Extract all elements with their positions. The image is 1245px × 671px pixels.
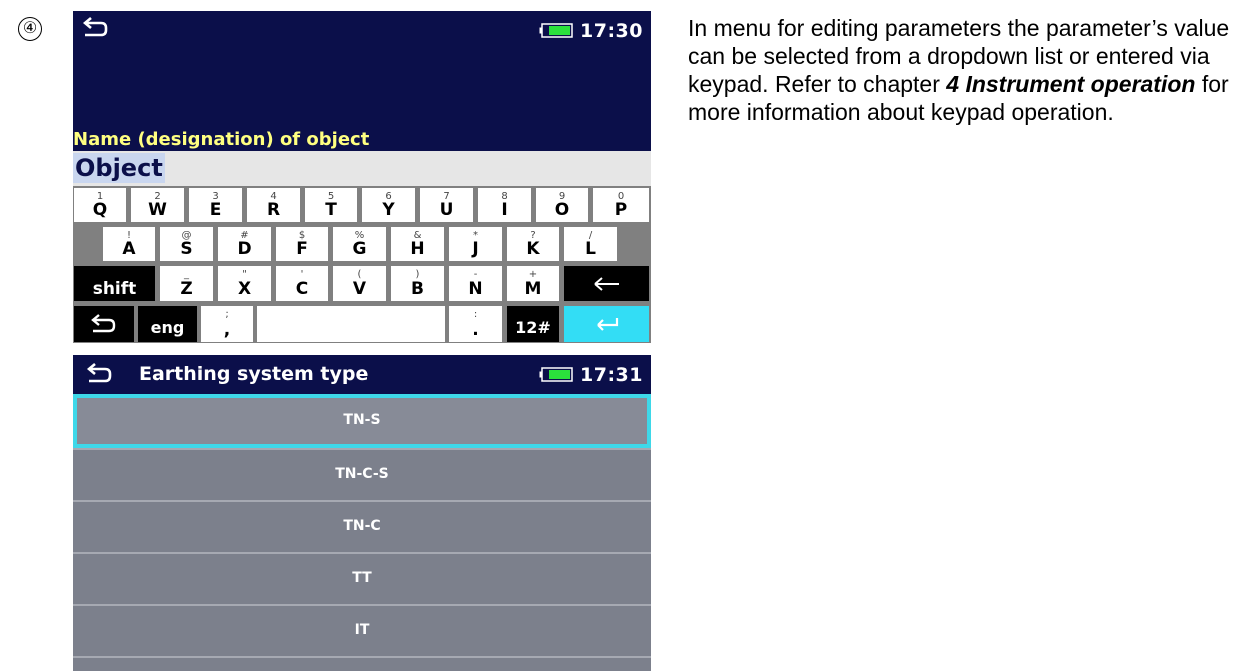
chapter-reference: 4 Instrument operation xyxy=(946,71,1196,97)
option-tt[interactable]: TT xyxy=(73,552,651,604)
backspace-arrow-icon xyxy=(564,266,649,301)
key-x[interactable]: " X xyxy=(218,266,271,301)
key-q[interactable]: 1Q xyxy=(74,188,126,222)
key-j[interactable]: * J xyxy=(449,227,502,261)
screen-title: Earthing system type xyxy=(139,363,369,385)
back-icon[interactable] xyxy=(86,361,114,385)
back-icon[interactable] xyxy=(82,15,110,39)
shift-key[interactable]: shift xyxy=(74,266,155,301)
battery-icon xyxy=(539,367,573,382)
keypad-editor-screen: 17:30 Name (designation) of object Objec… xyxy=(73,11,651,343)
key-w[interactable]: 2W xyxy=(131,188,184,222)
key-f[interactable]: $ F xyxy=(276,227,328,261)
period-key[interactable]: :. xyxy=(449,306,502,342)
status-bar: 17:30 xyxy=(73,11,651,47)
key-a[interactable]: ! A xyxy=(103,227,155,261)
text-input[interactable]: Object xyxy=(73,151,651,186)
space-key[interactable] xyxy=(257,306,445,342)
key-v[interactable]: (V xyxy=(333,266,386,301)
key-e[interactable]: 3E xyxy=(189,188,242,222)
enter-icon xyxy=(564,306,649,342)
back-icon xyxy=(74,306,134,342)
dropdown-list-screen: Earthing system type 17:31 TN-S TN-C-S T… xyxy=(73,355,651,671)
clock: 17:30 xyxy=(580,20,643,42)
description-text: In menu for editing parameters the param… xyxy=(688,14,1243,126)
back-key[interactable] xyxy=(74,306,134,342)
symbols-key[interactable]: 12# xyxy=(507,306,559,342)
key-h[interactable]: & H xyxy=(391,227,444,261)
key-b[interactable]: ) B xyxy=(391,266,444,301)
battery-icon xyxy=(539,23,573,38)
key-y[interactable]: 6Y xyxy=(362,188,415,222)
option-tn-c-s[interactable]: TN-C-S xyxy=(73,448,651,500)
key-d[interactable]: # D xyxy=(218,227,271,261)
key-r[interactable]: 4R xyxy=(247,188,300,222)
clock: 17:31 xyxy=(580,364,643,386)
key-c[interactable]: ' C xyxy=(276,266,328,301)
enter-key[interactable] xyxy=(564,306,649,342)
option-tn-c[interactable]: TN-C xyxy=(73,500,651,552)
comma-key[interactable]: ;, xyxy=(201,306,253,342)
key-l[interactable]: / L xyxy=(564,227,617,261)
key-i[interactable]: 8I xyxy=(478,188,531,222)
step-marker: ④ xyxy=(5,4,55,54)
key-k[interactable]: ? K xyxy=(507,227,559,261)
key-t[interactable]: 5T xyxy=(305,188,357,222)
option-it[interactable]: IT xyxy=(73,604,651,656)
step-number: ④ xyxy=(18,17,42,41)
on-screen-keyboard: 1Q 2W 3E 4R 5T 6Y 7U 8I 9O 0P ! A @ S # D $… xyxy=(73,186,651,343)
key-n[interactable]: -N xyxy=(449,266,502,301)
key-p[interactable]: 0P xyxy=(593,188,649,222)
language-key[interactable]: eng xyxy=(138,306,197,342)
key-g[interactable]: % G xyxy=(333,227,386,261)
list-bottom-edge xyxy=(73,656,651,671)
backspace-key[interactable] xyxy=(564,266,649,301)
option-tn-s[interactable]: TN-S xyxy=(73,394,651,448)
key-u[interactable]: 7U xyxy=(420,188,473,222)
key-m[interactable]: + M xyxy=(507,266,559,301)
key-s[interactable]: @ S xyxy=(160,227,213,261)
key-z[interactable]: _ Z xyxy=(160,266,213,301)
text-input-value: Object xyxy=(73,153,165,183)
key-o[interactable]: 9O xyxy=(536,188,588,222)
field-label: Name (designation) of object xyxy=(73,129,370,150)
title-bar: Earthing system type 17:31 xyxy=(73,355,651,394)
